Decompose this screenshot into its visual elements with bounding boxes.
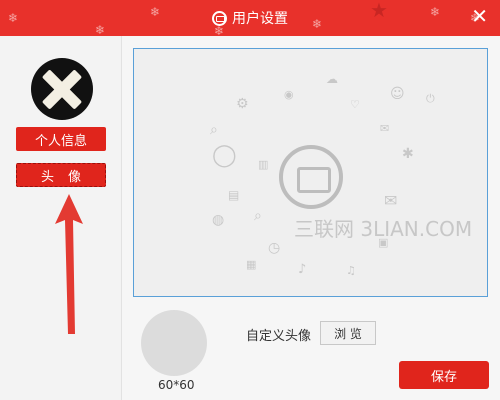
avatar-size-label: 60*60 [158,378,195,392]
window-title-text: 用户设置 [232,11,288,27]
clock-icon: ◷ [268,240,281,256]
document-icon: ▤ [228,188,240,202]
close-button[interactable]: ✕ [471,6,488,26]
main-panel: ⚙ ◉ ☁ ♡ ☺ ⏻ ⌕ ✉ ◯ ✱ ▥ ▤ ✉ ⌕ ◍ ◷ ▦ ♪ ♫ ▣ … [123,36,500,400]
note-icon: ♫ [346,264,356,277]
speech-bubble-icon: ◯ [212,143,237,168]
chat-icon: ✉ [380,122,390,135]
power-icon: ⏻ [426,92,435,105]
music-icon: ♪ [298,262,307,277]
snowflake-decoration: ❄ [95,23,106,36]
app-logo-icon [212,10,227,26]
mail-icon: ✉ [384,191,398,210]
snowflake-decoration: ❄ [150,5,161,19]
user-icon: ☺ [390,86,405,102]
settings-icon: ✱ [402,146,414,162]
custom-avatar-label: 自定义头像 [246,329,312,344]
sidebar-item-profile[interactable]: 个人信息 [16,127,106,151]
browse-button[interactable]: 浏 览 [320,321,376,345]
heart-icon: ♡ [350,98,360,111]
search-icon: ⌕ [210,122,218,138]
avatar-thumbnail [141,310,207,376]
watermark-text: 三联网 3LIAN.COM [294,217,473,241]
pin-icon: ◍ [212,212,225,228]
chart-icon: ▥ [258,158,269,171]
avatar-preview-area: ⚙ ◉ ☁ ♡ ☺ ⏻ ⌕ ✉ ◯ ✱ ▥ ▤ ✉ ⌕ ◍ ◷ ▦ ♪ ♫ ▣ … [133,48,488,297]
snowflake-decoration: ❄ [312,17,323,31]
magnifier-icon: ⌕ [254,208,262,224]
file-icon: ▦ [246,258,257,271]
mail-icon [279,145,343,209]
star-decoration: ★ [370,0,388,22]
camera-icon: ◉ [284,88,294,101]
sidebar-item-avatar[interactable]: 头像 [16,163,106,187]
title-bar: ❄ ❄ ❄ ❄ ❄ ❄ ❄ ★ 用户设置 ✕ [0,0,500,36]
snowflake-decoration: ❄ [8,11,19,25]
save-button[interactable]: 保存 [399,361,489,389]
arrow-up-icon [55,194,83,334]
snowflake-decoration: ❄ [430,5,441,19]
gear-icon: ⚙ [236,96,249,112]
x-avatar-icon [31,58,93,120]
decorative-icon-cloud: ☁ [326,72,338,86]
sidebar: 个人信息 头像 [0,36,122,400]
window-title: 用户设置 [212,9,288,27]
